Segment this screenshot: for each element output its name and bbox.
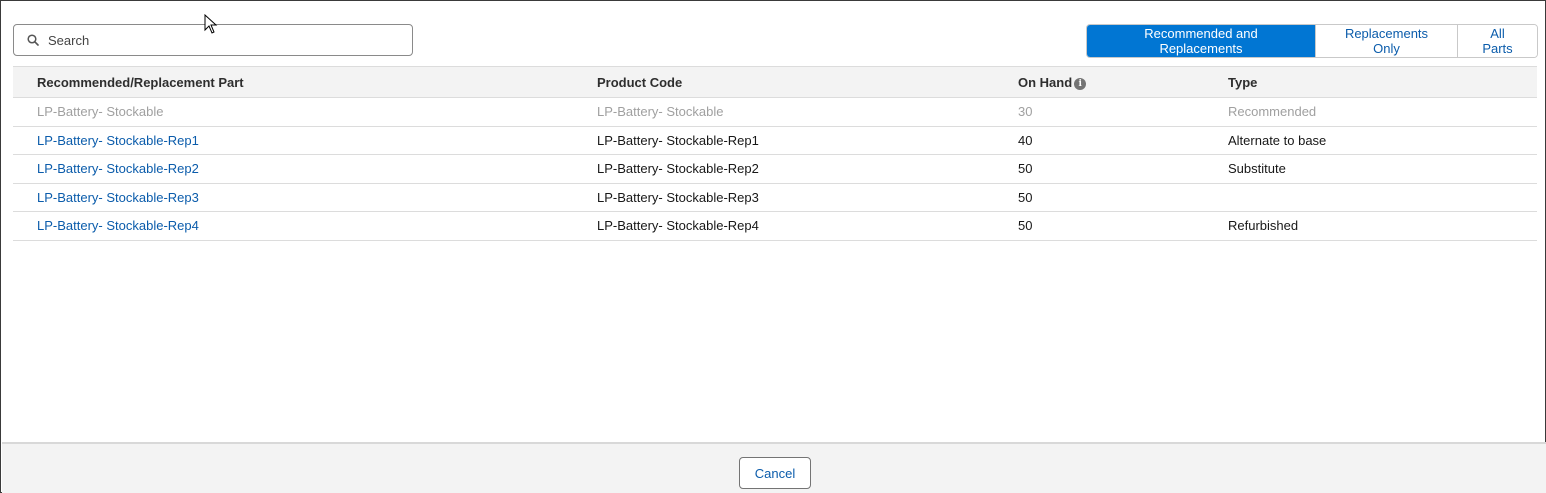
table-row: LP-Battery- Stockable-Rep2 LP-Battery- St… [13, 155, 1537, 184]
cell-type: Refurbished [1228, 218, 1299, 234]
table-row: LP-Battery- Stockable-Rep4 LP-Battery- St… [13, 212, 1537, 241]
cell-on-hand: 50 [1018, 161, 1033, 177]
part-link[interactable]: LP-Battery- Stockable-Rep2 [37, 161, 199, 176]
table-header-row: Recommended/Replacement Part Product Cod… [13, 66, 1537, 98]
cell-on-hand: 50 [1018, 189, 1033, 205]
part-link: LP-Battery- Stockable [37, 104, 164, 120]
cell-part: LP-Battery- Stockable-Rep4 [13, 212, 597, 241]
on-hand-label: On Hand [1018, 74, 1073, 90]
part-link[interactable]: LP-Battery- Stockable-Rep1 [37, 133, 199, 148]
cell-product-code: LP-Battery- Stockable-Rep2 [597, 161, 759, 177]
search-icon [26, 33, 40, 47]
table-row: LP-Battery- Stockable-Rep1 LP-Battery- St… [13, 126, 1537, 155]
cell-type: Substitute [1228, 161, 1286, 177]
filter-recommended-and-replacements-button[interactable]: Recommended and Replacements [1087, 25, 1315, 57]
mouse-cursor-icon [204, 13, 218, 34]
cell-on-hand: 40 [1018, 132, 1033, 148]
column-header-type[interactable]: Type [1228, 67, 1537, 98]
cell-product-code: LP-Battery- Stockable-Rep1 [597, 132, 759, 148]
cell-type: Recommended [1228, 104, 1317, 120]
cell-type [1228, 183, 1537, 212]
column-header-product-code[interactable]: Product Code [597, 67, 1018, 98]
part-link[interactable]: LP-Battery- Stockable-Rep4 [37, 218, 199, 233]
cell-on-hand: 30 [1018, 104, 1033, 120]
column-header-part[interactable]: Recommended/Replacement Part [13, 67, 597, 98]
dialog-footer: Cancel [2, 442, 1546, 493]
cancel-button[interactable]: Cancel [739, 457, 811, 489]
column-header-on-hand[interactable]: On Hand i [1018, 67, 1228, 98]
cell-part: LP-Battery- Stockable-Rep2 [13, 155, 597, 184]
cell-product-code: LP-Battery- Stockable [597, 104, 724, 120]
part-picker-dialog: Recommended and Replacements Replacement… [0, 0, 1546, 493]
cell-product-code: LP-Battery- Stockable-Rep3 [597, 189, 759, 205]
part-link[interactable]: LP-Battery- Stockable-Rep3 [37, 190, 199, 205]
search-input[interactable] [48, 26, 412, 54]
cell-type: Alternate to base [1228, 132, 1327, 148]
cell-product-code: LP-Battery- Stockable-Rep4 [597, 218, 759, 234]
cell-part: LP-Battery- Stockable-Rep3 [13, 183, 597, 212]
filter-replacements-only-button[interactable]: Replacements Only [1315, 25, 1457, 57]
parts-table: Recommended/Replacement Part Product Cod… [13, 66, 1537, 241]
cell-part: LP-Battery- Stockable [13, 98, 597, 127]
table-row: LP-Battery- Stockable-Rep3 LP-Battery- St… [13, 183, 1537, 212]
filter-all-parts-button[interactable]: All Parts [1457, 25, 1537, 57]
cell-part: LP-Battery- Stockable-Rep1 [13, 126, 597, 155]
info-icon[interactable]: i [1074, 77, 1087, 90]
table-row: LP-Battery- Stockable LP-Battery- Stockab… [13, 98, 1537, 127]
filter-button-group: Recommended and Replacements Replacement… [1086, 24, 1538, 58]
cell-on-hand: 50 [1018, 218, 1033, 234]
